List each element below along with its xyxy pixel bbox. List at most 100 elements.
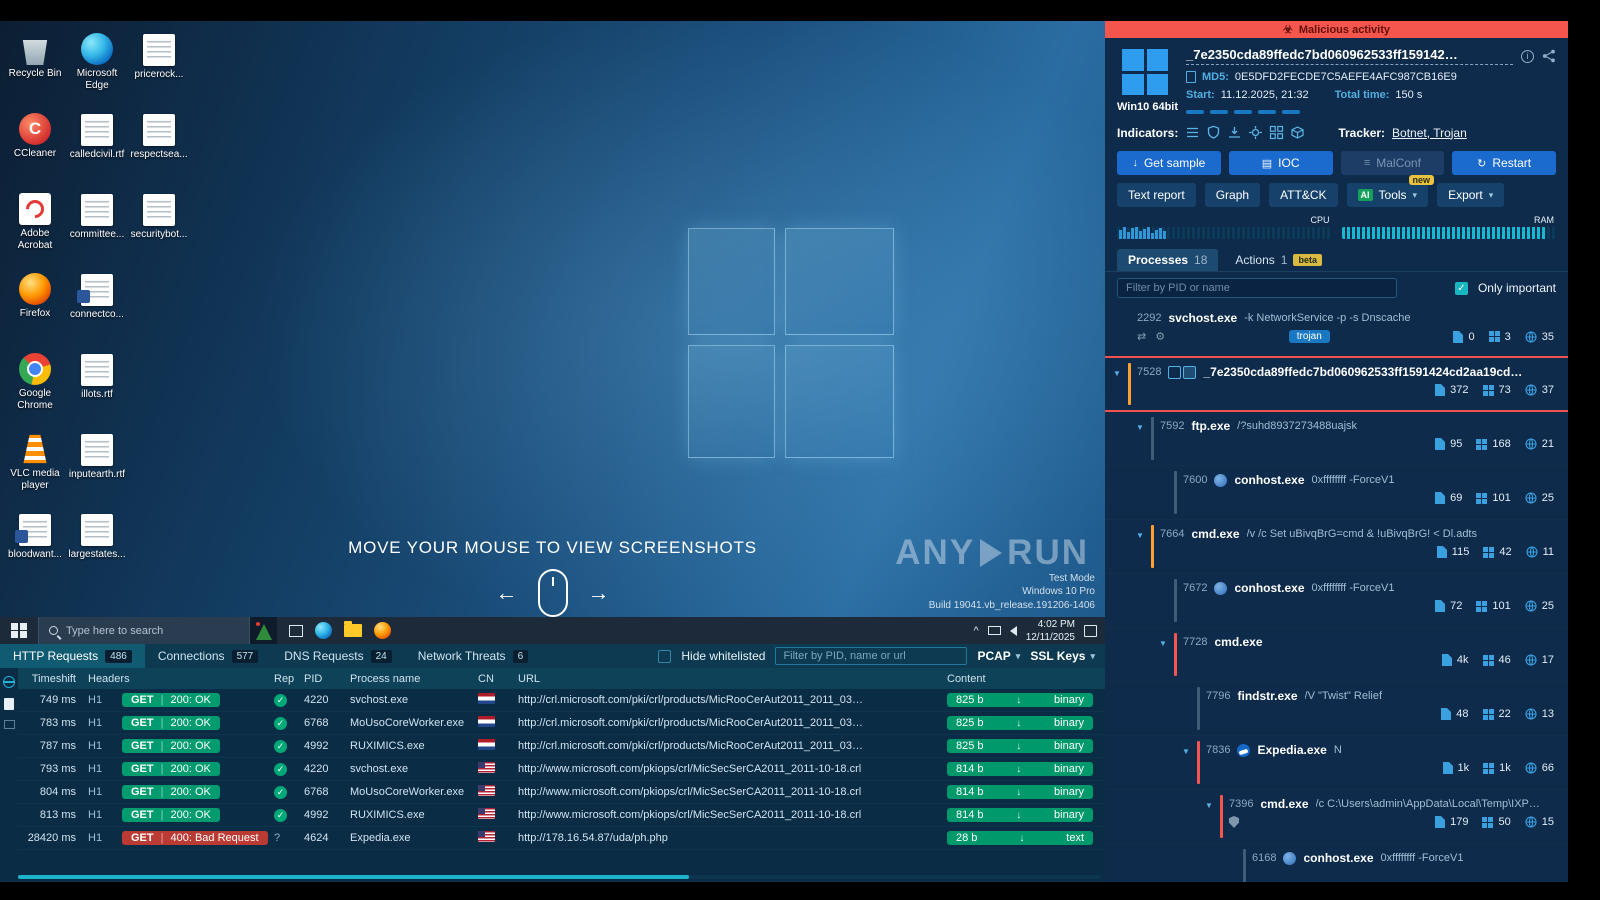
files-counter[interactable]: 69 <box>1435 492 1462 504</box>
expand-arrow-icon[interactable]: ▼ <box>1182 747 1190 756</box>
network-counter[interactable]: 15 <box>1525 816 1554 828</box>
ioc-button[interactable]: ▤IOC <box>1229 151 1333 175</box>
tag-pill[interactable] <box>1186 110 1204 114</box>
process-row[interactable]: 2292 svchost.exe -k NetworkService -p -s… <box>1105 304 1568 358</box>
task-view-icon[interactable] <box>289 625 303 637</box>
content-badge[interactable]: 814 b↓binary <box>947 808 1093 822</box>
md5-value[interactable]: 0E5DFD2FECDE7C5AEFE4AFC987CB16E9 <box>1235 71 1457 83</box>
network-counter[interactable]: 25 <box>1525 492 1554 504</box>
crosshair-icon[interactable] <box>1248 125 1263 140</box>
desktop-icon[interactable]: securitybot... <box>128 189 190 269</box>
text-report-button[interactable]: Text report <box>1117 183 1196 207</box>
expand-arrow-icon[interactable]: ▼ <box>1113 369 1121 378</box>
list-indicator-icon[interactable] <box>1185 125 1200 140</box>
pcap-dropdown[interactable]: PCAP▾ <box>977 649 1020 663</box>
network-tab[interactable]: DNS Requests24 <box>271 644 405 668</box>
horizontal-scrollbar[interactable] <box>18 875 689 879</box>
col-pid[interactable]: PID <box>304 673 350 685</box>
network-tab[interactable]: Network Threats6 <box>405 644 541 668</box>
files-counter[interactable]: 1k <box>1443 762 1470 774</box>
files-counter[interactable]: 48 <box>1441 708 1468 720</box>
col-url[interactable]: URL <box>518 673 947 685</box>
export-dropdown[interactable]: Export▾ <box>1437 183 1504 207</box>
col-headers[interactable]: Headers <box>88 673 274 685</box>
vm-screen[interactable]: Recycle Bin CCleaner Adobe Acrobat Firef… <box>0 21 1105 617</box>
ssl-keys-dropdown[interactable]: SSL Keys▾ <box>1030 649 1095 663</box>
speaker-icon[interactable] <box>1010 626 1017 636</box>
expand-arrow-icon[interactable]: ▼ <box>1159 639 1167 648</box>
registry-counter[interactable]: 42 <box>1483 546 1511 558</box>
content-badge[interactable]: 825 b↓binary <box>947 693 1093 707</box>
desktop-icon[interactable]: VLC media player <box>4 429 66 509</box>
tab-processes[interactable]: Processes18 <box>1117 249 1218 271</box>
package-icon[interactable] <box>1290 125 1305 140</box>
process-row[interactable]: ▼ 7528 _7e2350cda89ffedc7bd060962533ff15… <box>1105 358 1568 412</box>
copy-icon[interactable] <box>1186 71 1196 83</box>
network-counter[interactable]: 21 <box>1525 438 1554 450</box>
tag-pill[interactable] <box>1210 110 1228 114</box>
content-badge[interactable]: 825 b↓binary <box>947 739 1093 753</box>
taskbar-clock[interactable]: 4:02 PM 12/11/2025 <box>1026 618 1075 644</box>
desktop-icon[interactable]: Firefox <box>4 269 66 349</box>
chip-icon[interactable] <box>4 720 15 729</box>
malconf-button[interactable]: ≡MalConf <box>1341 151 1445 175</box>
network-counter[interactable]: 11 <box>1526 546 1554 558</box>
info-icon[interactable]: i <box>1521 50 1534 63</box>
file-explorer-icon[interactable] <box>344 624 362 637</box>
network-counter[interactable]: 66 <box>1525 762 1554 774</box>
process-row[interactable]: ▼ 7664 cmd.exe /v /c Set uBivqBrG=cmd & … <box>1105 520 1568 574</box>
registry-counter[interactable]: 22 <box>1483 708 1511 720</box>
shield-icon[interactable] <box>1206 125 1221 140</box>
registry-counter[interactable]: 101 <box>1476 492 1510 504</box>
col-timeshift[interactable]: Timeshift <box>18 673 88 685</box>
expand-arrow-icon[interactable]: ▼ <box>1136 531 1144 540</box>
tag-pill[interactable] <box>1282 110 1300 114</box>
expand-arrow-icon[interactable]: ▼ <box>1136 423 1144 432</box>
edge-taskbar-icon[interactable] <box>315 622 332 639</box>
tag-pill[interactable] <box>1234 110 1252 114</box>
files-counter[interactable]: 95 <box>1435 438 1462 450</box>
registry-counter[interactable]: 73 <box>1483 384 1511 396</box>
content-badge[interactable]: 814 b↓binary <box>947 785 1093 799</box>
col-process-name[interactable]: Process name <box>350 673 478 685</box>
prev-screenshot-arrow-icon[interactable]: ← <box>496 582 518 604</box>
firefox-taskbar-icon[interactable] <box>374 622 391 639</box>
process-row[interactable]: ▼ 7592 ftp.exe /?suhd8937273488uajsk 95 … <box>1105 412 1568 466</box>
http-request-row[interactable]: 804 ms H1 GET|200: OK ✓ 6768 MoUsoCoreWo… <box>18 781 1105 804</box>
col-cn[interactable]: CN <box>478 673 518 685</box>
tracker-links[interactable]: Botnet, Trojan <box>1392 126 1467 140</box>
content-badge[interactable]: 825 b↓binary <box>947 716 1093 730</box>
desktop-icon[interactable]: calledcivil.rtf <box>66 109 128 189</box>
restart-button[interactable]: ↻Restart <box>1452 151 1556 175</box>
files-counter[interactable]: 372 <box>1435 384 1468 396</box>
desktop-icon[interactable]: Adobe Acrobat <box>4 189 66 269</box>
sample-name[interactable]: _7e2350cda89ffedc7bd060962533ff159142… <box>1186 47 1513 65</box>
http-request-row[interactable]: 787 ms H1 GET|200: OK ✓ 4992 RUXIMICS.ex… <box>18 735 1105 758</box>
network-counter[interactable]: 13 <box>1525 708 1554 720</box>
files-counter[interactable]: 115 <box>1437 546 1470 558</box>
grid-icon[interactable] <box>1269 125 1284 140</box>
http-request-row[interactable]: 813 ms H1 GET|200: OK ✓ 4992 RUXIMICS.ex… <box>18 804 1105 827</box>
next-screenshot-arrow-icon[interactable]: → <box>588 582 610 604</box>
download-indicator-icon[interactable] <box>1227 125 1242 140</box>
tag-pill[interactable] <box>1258 110 1276 114</box>
start-button[interactable] <box>0 617 38 644</box>
files-counter[interactable]: 0 <box>1453 331 1474 343</box>
process-row[interactable]: ▼ 7728 cmd.exe 4k 46 17 <box>1105 628 1568 682</box>
process-row[interactable]: 6168 conhost.exe 0xffffffff -ForceV1 <box>1105 844 1568 882</box>
network-filter-input[interactable] <box>775 647 967 665</box>
process-row[interactable]: 7796 findstr.exe /V "Twist" Relief 48 22… <box>1105 682 1568 736</box>
network-counter[interactable]: 25 <box>1525 600 1554 612</box>
desktop-icon[interactable]: inputearth.rtf <box>66 429 128 509</box>
get-sample-button[interactable]: ↓Get sample <box>1117 151 1221 175</box>
files-counter[interactable]: 4k <box>1442 654 1469 666</box>
desktop-icon[interactable]: CCleaner <box>4 109 66 189</box>
document-icon[interactable] <box>4 698 14 710</box>
share-icon[interactable] <box>1542 49 1556 63</box>
desktop-icon[interactable]: committee... <box>66 189 128 269</box>
registry-counter[interactable]: 168 <box>1476 438 1510 450</box>
desktop-icon[interactable]: pricerock... <box>128 29 190 109</box>
desktop-icon[interactable]: Google Chrome <box>4 349 66 429</box>
http-request-row[interactable]: 793 ms H1 GET|200: OK ✓ 4220 svchost.exe… <box>18 758 1105 781</box>
attack-button[interactable]: ATT&CK <box>1269 183 1337 207</box>
